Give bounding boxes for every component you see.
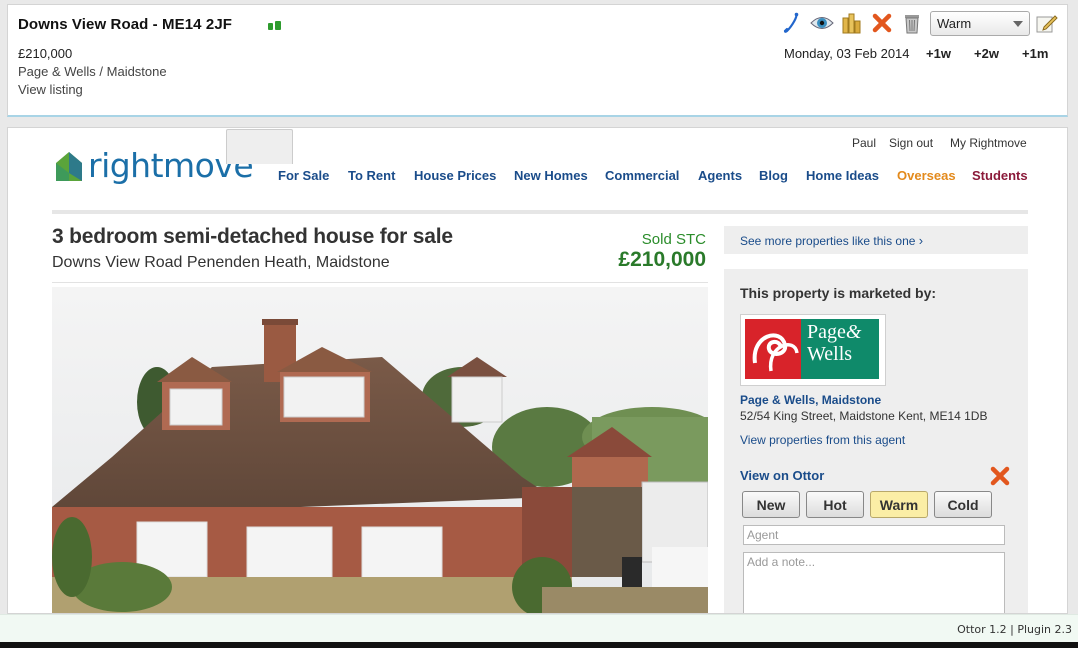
version-text: Ottor 1.2 | Plugin 2.3: [957, 623, 1072, 636]
phone-icon[interactable]: [780, 11, 804, 35]
sold-status: Sold STC: [641, 231, 706, 248]
sign-out-link[interactable]: Sign out: [889, 136, 933, 150]
tab-to-rent[interactable]: To Rent: [348, 168, 395, 183]
status-select-value: Warm: [937, 16, 972, 31]
rightmove-page: rightmove Paul Sign out My Rightmove For…: [7, 127, 1068, 614]
status-hot-button[interactable]: Hot: [806, 491, 864, 518]
edit-note-icon[interactable]: [1036, 14, 1058, 39]
listing-title: 3 bedroom semi-detached house for sale: [52, 225, 453, 248]
agent-logo-amp: &: [845, 321, 862, 343]
chevron-down-icon: [1013, 21, 1023, 27]
property-photo[interactable]: [52, 287, 708, 613]
window-edge: [0, 642, 1078, 648]
plus-2-weeks-button[interactable]: +2w: [974, 46, 999, 61]
eye-icon[interactable]: [810, 11, 834, 35]
tab-for-sale[interactable]: For Sale: [278, 168, 329, 183]
plus-1-month-button[interactable]: +1m: [1022, 46, 1048, 61]
agent-logo-page: Page: [807, 321, 846, 343]
status-warm-button[interactable]: Warm: [870, 491, 928, 518]
see-more-properties-link[interactable]: See more properties like this one ›: [724, 226, 1028, 254]
property-agent: Page & Wells / Maidstone: [18, 64, 167, 79]
agent-address: 52/54 King Street, Maidstone Kent, ME14 …: [740, 409, 988, 423]
listing-price: £210,000: [618, 248, 706, 271]
view-listing-link[interactable]: View listing: [18, 82, 83, 97]
agent-logo[interactable]: Page& Wells: [740, 314, 886, 386]
chevron-right-icon: ›: [918, 233, 924, 248]
tab-commercial[interactable]: Commercial: [605, 168, 679, 183]
view-on-ottor-link[interactable]: View on Ottor: [740, 468, 824, 483]
status-select[interactable]: Warm: [930, 11, 1030, 36]
agent-properties-link[interactable]: View properties from this agent: [740, 433, 905, 447]
see-more-label: See more properties like this one: [740, 234, 916, 248]
tab-students[interactable]: Students: [972, 168, 1028, 183]
tab-agents[interactable]: Agents: [698, 168, 742, 183]
ottor-panel: Downs View Road - ME14 2JF £210,000 Page…: [7, 4, 1068, 117]
my-rightmove-link[interactable]: My Rightmove: [950, 136, 1027, 150]
reminder-date: Monday, 03 Feb 2014: [784, 46, 910, 61]
status-new-button[interactable]: New: [742, 491, 800, 518]
tab-blog[interactable]: Blog: [759, 168, 788, 183]
ottor-status-buttons: New Hot Warm Cold: [742, 491, 992, 518]
property-price: £210,000: [18, 46, 73, 61]
action-icons: [780, 11, 924, 35]
property-title: Downs View Road - ME14 2JF: [18, 16, 233, 33]
footer-bar: Ottor 1.2 | Plugin 2.3: [0, 614, 1078, 643]
trash-icon[interactable]: [900, 11, 924, 35]
coins-icon[interactable]: [840, 11, 864, 35]
close-icon[interactable]: [990, 466, 1010, 491]
agent-field[interactable]: Agent: [743, 525, 1005, 545]
tab-overseas[interactable]: Overseas: [897, 168, 956, 183]
agent-logo-wells: Wells: [807, 343, 853, 365]
listing-address: Downs View Road Penenden Heath, Maidston…: [52, 254, 390, 271]
agent-panel: This property is marketed by: Page& Well…: [724, 269, 1028, 613]
status-cold-button[interactable]: Cold: [934, 491, 992, 518]
note-field[interactable]: Add a note...: [743, 552, 1005, 613]
status-dots-icon: [268, 21, 281, 30]
agent-name-link[interactable]: Page & Wells, Maidstone: [740, 393, 881, 407]
tab-house-prices[interactable]: House Prices: [414, 168, 496, 183]
tab-for-sale-bg: [226, 129, 293, 164]
user-name: Paul: [852, 136, 877, 150]
divider: [52, 282, 708, 283]
delete-x-icon[interactable]: [870, 11, 894, 35]
plus-1-week-button[interactable]: +1w: [926, 46, 951, 61]
marketed-by-heading: This property is marketed by:: [740, 285, 937, 301]
tab-new-homes[interactable]: New Homes: [514, 168, 588, 183]
tab-home-ideas[interactable]: Home Ideas: [806, 168, 879, 183]
